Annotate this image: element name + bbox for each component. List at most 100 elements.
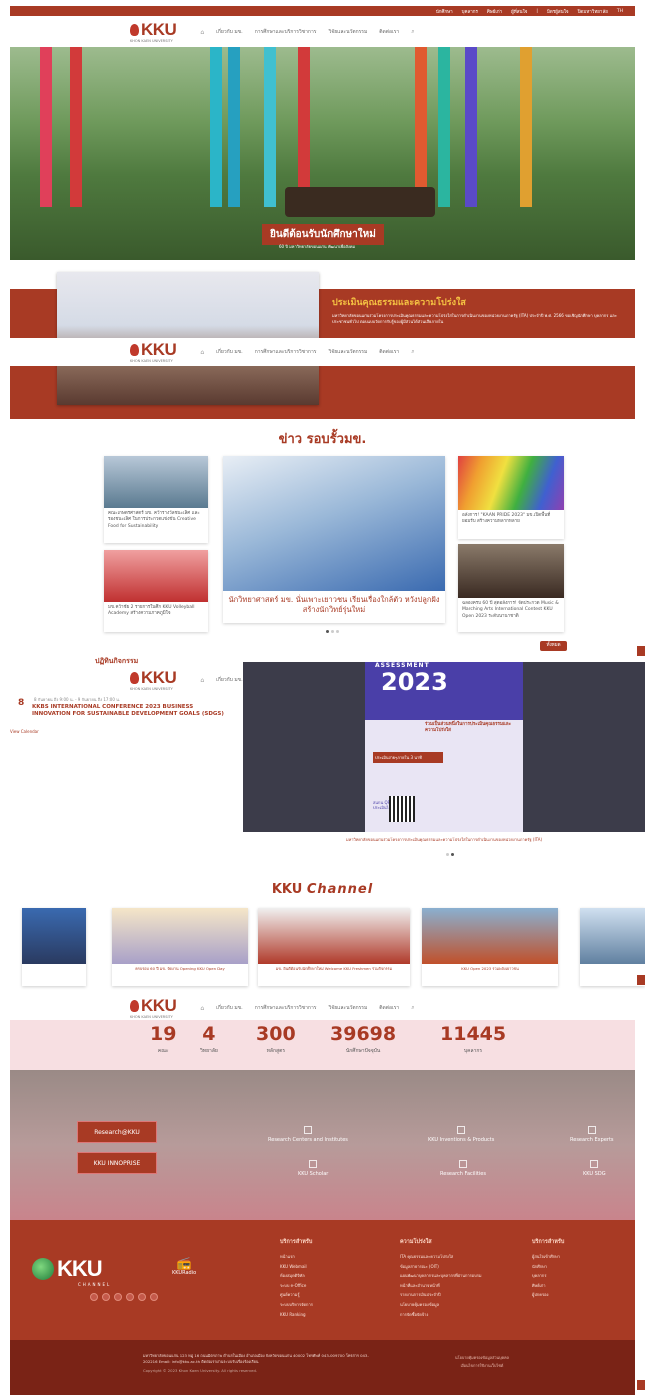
research-section bbox=[10, 1070, 635, 1220]
kku-scholar-link[interactable]: KKU Scholar bbox=[298, 1160, 328, 1177]
channel-card[interactable] bbox=[580, 908, 645, 986]
home-icon[interactable]: ⌂ bbox=[200, 1005, 204, 1012]
search-icon[interactable]: ⌕ bbox=[411, 348, 414, 356]
ethics-title[interactable]: ประเมินคุณธรรมและความโปร่งใส bbox=[332, 295, 466, 309]
home-icon[interactable]: ⌂ bbox=[200, 29, 204, 36]
qr-code bbox=[389, 796, 415, 822]
stat-colleges: 4 วิทยาลัย bbox=[200, 1023, 218, 1055]
nav-contact[interactable]: ติดต่อเรา bbox=[379, 1004, 399, 1012]
hero-banner[interactable]: ยินดีต้อนรับนักศึกษาใหม่ bbox=[262, 224, 384, 245]
utility-link-extra[interactable]: มิตรผู้สนใจ bbox=[547, 8, 569, 15]
event-title[interactable]: KKBS INTERNATIONAL CONFERENCE 2023 BUSIN… bbox=[32, 704, 232, 719]
kku-logo[interactable]: KKU KHON KAEN UNIVERSITY bbox=[130, 21, 177, 43]
kku-logo[interactable]: KKU KHON KAEN UNIVERSITY bbox=[130, 669, 177, 691]
news-card[interactable]: คณะเกษตรศาสตร์ มข. คว้ารางวัลชนะเลิศ และ… bbox=[104, 456, 208, 543]
flag-decoration bbox=[415, 47, 427, 207]
utility-link-university[interactable]: ปิดมหาวิทยาลัย bbox=[578, 8, 608, 15]
line-icon[interactable] bbox=[138, 1293, 146, 1301]
news-read-more-button[interactable]: ทั้งหมด bbox=[540, 641, 567, 651]
stat-programs: 300 หลักสูตร bbox=[256, 1023, 296, 1055]
square-icon bbox=[458, 1160, 467, 1168]
research-centers-link[interactable]: Research Centers and Institutes bbox=[268, 1126, 348, 1143]
research-kku-button[interactable]: Research@KKU bbox=[77, 1121, 157, 1143]
event-date: 8 bbox=[18, 698, 25, 708]
inventions-link[interactable]: KKU Inventions & Products bbox=[428, 1126, 494, 1143]
channel-card[interactable]: KKU Open 2023 รวมพลังเยาวชน bbox=[422, 908, 558, 986]
search-icon[interactable]: ⌕ bbox=[411, 28, 414, 36]
channel-card[interactable]: ครบรอบ 60 ปี มข. จัดงาน Opening KKU Open… bbox=[112, 908, 248, 986]
sticky-navbar: KKU KHON KAEN UNIVERSITY ⌂ เกี่ยวกับ มข.… bbox=[10, 994, 635, 1022]
research-experts-link[interactable]: Research Experts bbox=[570, 1126, 614, 1143]
nav-research[interactable]: วิจัยและนวัตกรรม bbox=[328, 1004, 367, 1012]
nav-education[interactable]: การศึกษาและบริการวิชาการ bbox=[255, 28, 317, 36]
kku-radio-logo[interactable]: 📻 KKURadio bbox=[172, 1256, 196, 1276]
nav-about[interactable]: เกี่ยวกับ มข. bbox=[216, 676, 243, 684]
flag-decoration bbox=[264, 47, 276, 207]
assessment-dots[interactable] bbox=[446, 853, 454, 856]
stat-staff: 11445 บุคลากร bbox=[440, 1023, 507, 1055]
utility-link-alumni[interactable]: ศิษย์เก่า bbox=[487, 8, 502, 15]
utility-link-staff[interactable]: บุคลากร bbox=[462, 8, 478, 15]
utility-link-interested[interactable]: ผู้ที่สนใจ bbox=[511, 8, 527, 15]
utility-bar: นักศึกษา บุคลากร ศิษย์เก่า ผู้ที่สนใจ | … bbox=[10, 6, 635, 16]
footer-col-transparency: ความโปร่งใส ITA คุณธรรมและความโปร่งใส ข้… bbox=[400, 1239, 482, 1317]
hero-sign bbox=[285, 187, 435, 217]
square-icon bbox=[303, 1126, 312, 1134]
search-icon[interactable]: ⌕ bbox=[411, 1004, 414, 1012]
channel-card[interactable]: มข. ยินดีต้อนรับนักศึกษาใหม่ Welcome KKU… bbox=[258, 908, 410, 986]
square-icon bbox=[590, 1160, 599, 1168]
news-thumb bbox=[458, 456, 564, 510]
stat-faculties: 19 คณะ bbox=[150, 1023, 177, 1055]
view-calendar-link[interactable]: View Calendar bbox=[10, 729, 39, 734]
language-switch[interactable]: TH bbox=[617, 9, 623, 14]
nav-about[interactable]: เกี่ยวกับ มข. bbox=[216, 28, 243, 36]
tiktok-icon[interactable] bbox=[150, 1293, 158, 1301]
nav-contact[interactable]: ติดต่อเรา bbox=[379, 348, 399, 356]
kku-channel-logo[interactable]: KKU bbox=[32, 1256, 103, 1282]
kku-innoprise-button[interactable]: KKU INNOPRISE bbox=[77, 1152, 157, 1174]
nav-education[interactable]: การศึกษาและบริการวิชาการ bbox=[255, 1004, 317, 1012]
news-thumb bbox=[458, 544, 564, 598]
news-section-title: ข่าว รอบรั้วมข. bbox=[278, 432, 367, 447]
flag-decoration bbox=[228, 47, 240, 207]
research-facilities-link[interactable]: Research Facilities bbox=[440, 1160, 486, 1177]
news-card[interactable]: อลังการ! "KAAN PRIDE 2023" มข.เปิดพื้นที… bbox=[458, 456, 564, 539]
kku-logo[interactable]: KKU KHON KAEN UNIVERSITY bbox=[130, 997, 177, 1019]
featured-news-caption[interactable]: นักวิทยาศาสตร์ มข. นั่นเพาะเยาวชน เรียนเ… bbox=[223, 595, 445, 615]
facebook-icon[interactable] bbox=[90, 1293, 98, 1301]
footer-address: มหาวิทยาลัยขอนแก่น 123 หมู่ 16 ถนนมิตรภา… bbox=[143, 1353, 369, 1374]
nav-contact[interactable]: ติดต่อเรา bbox=[379, 28, 399, 36]
side-tab[interactable] bbox=[637, 646, 645, 656]
youtube-icon[interactable] bbox=[126, 1293, 134, 1301]
channel-thumb bbox=[112, 908, 248, 964]
ethics-text: มหาวิทยาลัยขอนแก่นร่วมโครงการประเมินคุณธ… bbox=[332, 313, 617, 324]
channel-thumb bbox=[22, 908, 86, 964]
kku-logo[interactable]: KKU KHON KAEN UNIVERSITY bbox=[130, 341, 177, 363]
utility-link-students[interactable]: นักศึกษา bbox=[436, 8, 453, 15]
home-icon[interactable]: ⌂ bbox=[200, 349, 204, 356]
nav-education[interactable]: การศึกษาและบริการวิชาการ bbox=[255, 348, 317, 356]
square-icon bbox=[309, 1160, 318, 1168]
page: { "topbar": { "links": ["นักศึกษา", "บุค… bbox=[0, 0, 645, 1395]
instagram-icon[interactable] bbox=[114, 1293, 122, 1301]
news-card[interactable]: ฉลองครบ 60 ปี สุดอลังการ! จัดประกวด Musi… bbox=[458, 544, 564, 632]
nav-about[interactable]: เกี่ยวกับ มข. bbox=[216, 1004, 243, 1012]
nav-about[interactable]: เกี่ยวกับ มข. bbox=[216, 348, 243, 356]
nav-research[interactable]: วิจัยและนวัตกรรม bbox=[328, 348, 367, 356]
channel-card[interactable] bbox=[22, 908, 86, 986]
flame-icon bbox=[130, 999, 139, 1012]
home-icon[interactable]: ⌂ bbox=[200, 677, 204, 684]
assessment-banner[interactable]: ร่วมเป็นส่วนหนึ่งในการประเมินคุณธรรมและค… bbox=[243, 662, 645, 848]
flame-icon bbox=[130, 343, 139, 356]
nav-research[interactable]: วิจัยและนวัตกรรม bbox=[328, 28, 367, 36]
twitter-icon[interactable] bbox=[102, 1293, 110, 1301]
news-card[interactable]: มข.คว้าชัย 2 รายการในศึก KKU Volleyball … bbox=[104, 550, 208, 632]
flag-decoration bbox=[40, 47, 52, 207]
side-tab[interactable] bbox=[637, 975, 645, 985]
news-carousel-dots[interactable] bbox=[326, 630, 339, 633]
assessment-year: 2023 bbox=[381, 668, 448, 696]
flag-decoration bbox=[298, 47, 310, 207]
kku-sdg-link[interactable]: KKU SDG bbox=[583, 1160, 606, 1177]
assessment-caption: มหาวิทยาลัยขอนแก่นร่วมโครงการประเมินคุณธ… bbox=[243, 832, 645, 848]
side-tab[interactable] bbox=[637, 1380, 645, 1390]
